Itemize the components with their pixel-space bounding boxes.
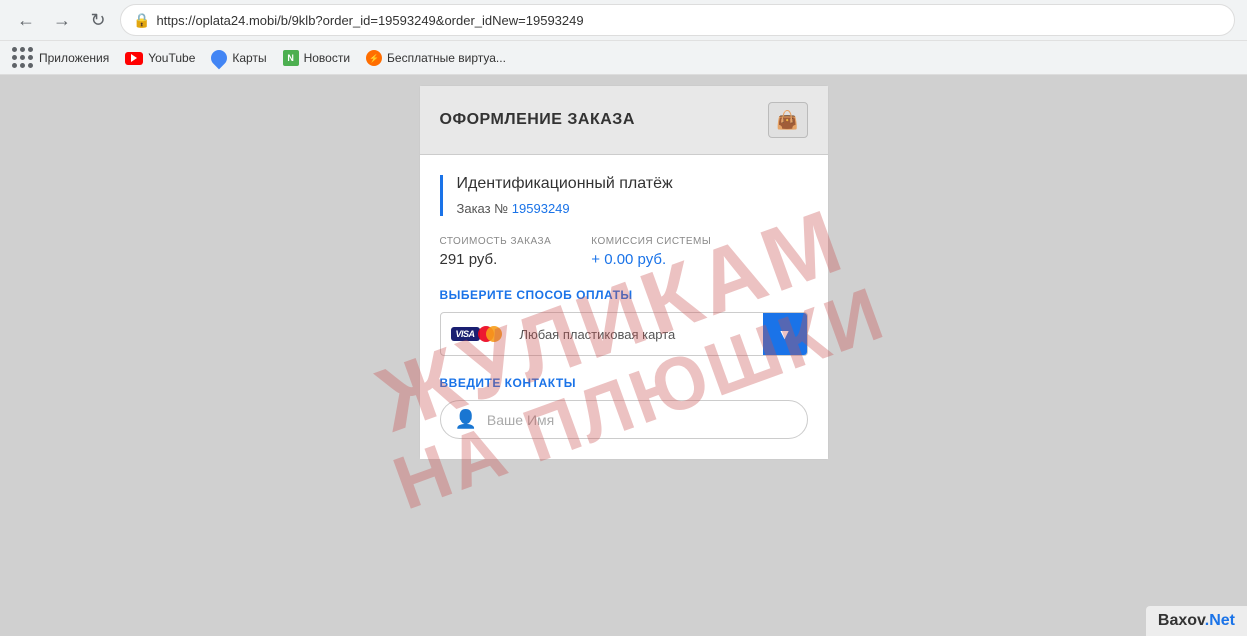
bookmark-news[interactable]: N Новости xyxy=(283,50,350,66)
bookmark-apps[interactable]: Приложения xyxy=(12,47,109,69)
wallet-button[interactable]: 👜 xyxy=(768,102,808,138)
order-title: Идентификационный платёж xyxy=(457,175,808,193)
lock-icon: 🔒 xyxy=(133,12,150,29)
main-content: ОФОРМЛЕНИЕ ЗАКАЗА 👜 Идентификационный пл… xyxy=(0,75,1247,636)
commission-label: КОМИССИЯ СИСТЕМЫ xyxy=(591,236,711,247)
payment-select[interactable]: VISA Любая пластиковая карта ▼ xyxy=(440,312,808,356)
commission-col: КОМИССИЯ СИСТЕМЫ + 0.00 руб. xyxy=(591,236,711,268)
price-row: СТОИМОСТЬ ЗАКАЗА 291 руб. КОМИССИЯ СИСТЕ… xyxy=(440,236,808,268)
panel-body: Идентификационный платёж Заказ № 1959324… xyxy=(420,155,828,459)
forward-button[interactable]: → xyxy=(48,6,76,34)
order-label: Заказ № xyxy=(457,201,509,216)
bookmark-maps[interactable]: Карты xyxy=(211,50,266,66)
payment-dropdown-button[interactable]: ▼ xyxy=(763,313,807,355)
baxov-net-suffix: .Net xyxy=(1205,612,1235,629)
bookmark-free-label: Бесплатные виртуа... xyxy=(387,51,506,65)
order-number: Заказ № 19593249 xyxy=(457,201,808,216)
visa-logo: VISA xyxy=(451,327,480,341)
mastercard-logo xyxy=(478,326,502,342)
chevron-down-icon: ▼ xyxy=(778,326,792,342)
back-button[interactable]: ← xyxy=(12,6,40,34)
refresh-button[interactable]: ↻ xyxy=(84,6,112,34)
apps-grid-icon xyxy=(12,47,34,69)
commission-value: + 0.00 руб. xyxy=(591,251,711,268)
payment-panel: ОФОРМЛЕНИЕ ЗАКАЗА 👜 Идентификационный пл… xyxy=(419,85,829,460)
browser-chrome: ← → ↻ 🔒 https://oplata24.mobi/b/9klb?ord… xyxy=(0,0,1247,75)
person-icon: 👤 xyxy=(455,409,477,430)
payment-option-text: Любая пластиковая карта xyxy=(512,327,763,342)
baxov-badge: Baxov.Net xyxy=(1146,606,1247,636)
payment-card-icons: VISA xyxy=(441,318,512,350)
cost-label: СТОИМОСТЬ ЗАКАЗА xyxy=(440,236,552,247)
payment-section-label: ВЫБЕРИТЕ СПОСОБ ОПЛАТЫ xyxy=(440,288,808,302)
panel-header: ОФОРМЛЕНИЕ ЗАКАЗА 👜 xyxy=(420,86,828,155)
bookmark-youtube[interactable]: YouTube xyxy=(125,51,195,65)
youtube-icon xyxy=(125,52,143,65)
wallet-icon: 👜 xyxy=(776,110,798,131)
bookmark-news-label: Новости xyxy=(304,51,350,65)
contacts-label: ВВЕДИТЕ КОНТАКТЫ xyxy=(440,376,808,390)
bookmark-maps-label: Карты xyxy=(232,51,266,65)
cost-value: 291 руб. xyxy=(440,251,552,268)
cost-col: СТОИМОСТЬ ЗАКАЗА 291 руб. xyxy=(440,236,552,268)
bookmark-youtube-label: YouTube xyxy=(148,51,195,65)
bookmark-free[interactable]: ⚡ Бесплатные виртуа... xyxy=(366,50,506,66)
baxov-text: Baxov xyxy=(1158,612,1205,629)
bookmarks-bar: Приложения YouTube Карты N Новости ⚡ Бес… xyxy=(0,40,1247,75)
news-icon: N xyxy=(283,50,299,66)
order-section: Идентификационный платёж Заказ № 1959324… xyxy=(440,175,808,216)
name-input-field[interactable]: 👤 Ваше Имя xyxy=(440,400,808,439)
panel-title: ОФОРМЛЕНИЕ ЗАКАЗА xyxy=(440,111,635,129)
address-bar[interactable]: 🔒 https://oplata24.mobi/b/9klb?order_id=… xyxy=(120,4,1235,36)
name-placeholder: Ваше Имя xyxy=(487,412,554,428)
url-text: https://oplata24.mobi/b/9klb?order_id=19… xyxy=(156,13,583,28)
bookmark-apps-label: Приложения xyxy=(39,51,109,65)
nav-bar: ← → ↻ 🔒 https://oplata24.mobi/b/9klb?ord… xyxy=(0,0,1247,40)
free-icon: ⚡ xyxy=(366,50,382,66)
maps-icon xyxy=(208,47,231,70)
mc-circle-right xyxy=(486,326,502,342)
order-number-link[interactable]: 19593249 xyxy=(512,201,570,216)
